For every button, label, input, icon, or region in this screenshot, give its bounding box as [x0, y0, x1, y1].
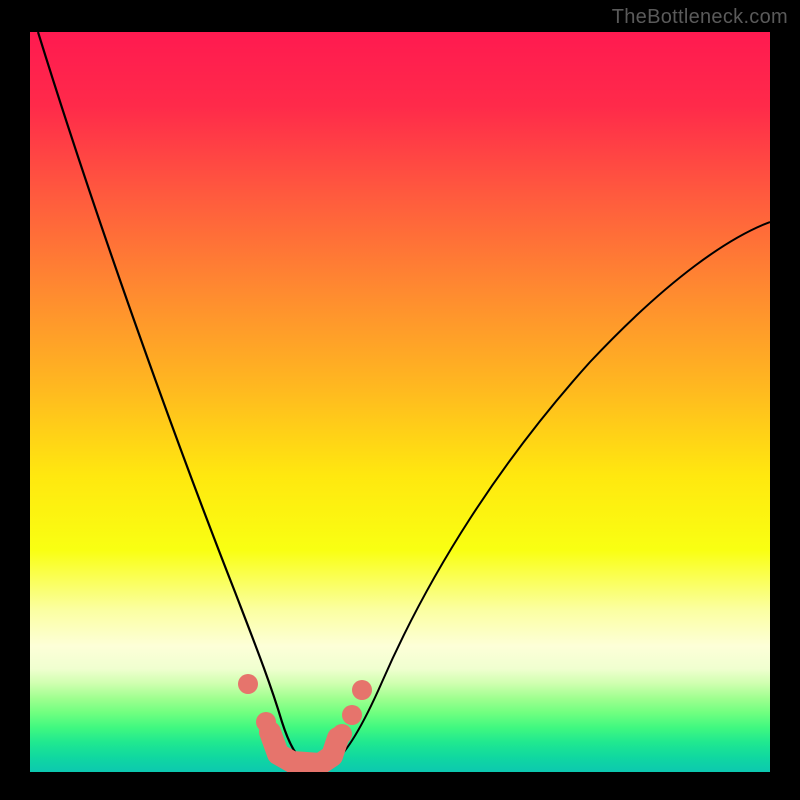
chart-svg — [30, 32, 770, 772]
bottleneck-curve-right — [328, 222, 770, 766]
watermark: TheBottleneck.com — [612, 6, 788, 29]
highlight-dot — [256, 712, 276, 732]
highlight-dot — [342, 705, 362, 725]
highlight-u-stroke — [270, 732, 338, 764]
highlight-dot — [332, 724, 352, 744]
highlight-dot — [238, 674, 258, 694]
chart-area — [30, 32, 770, 772]
bottleneck-curve-left — [38, 32, 312, 766]
highlight-dot — [352, 680, 372, 700]
